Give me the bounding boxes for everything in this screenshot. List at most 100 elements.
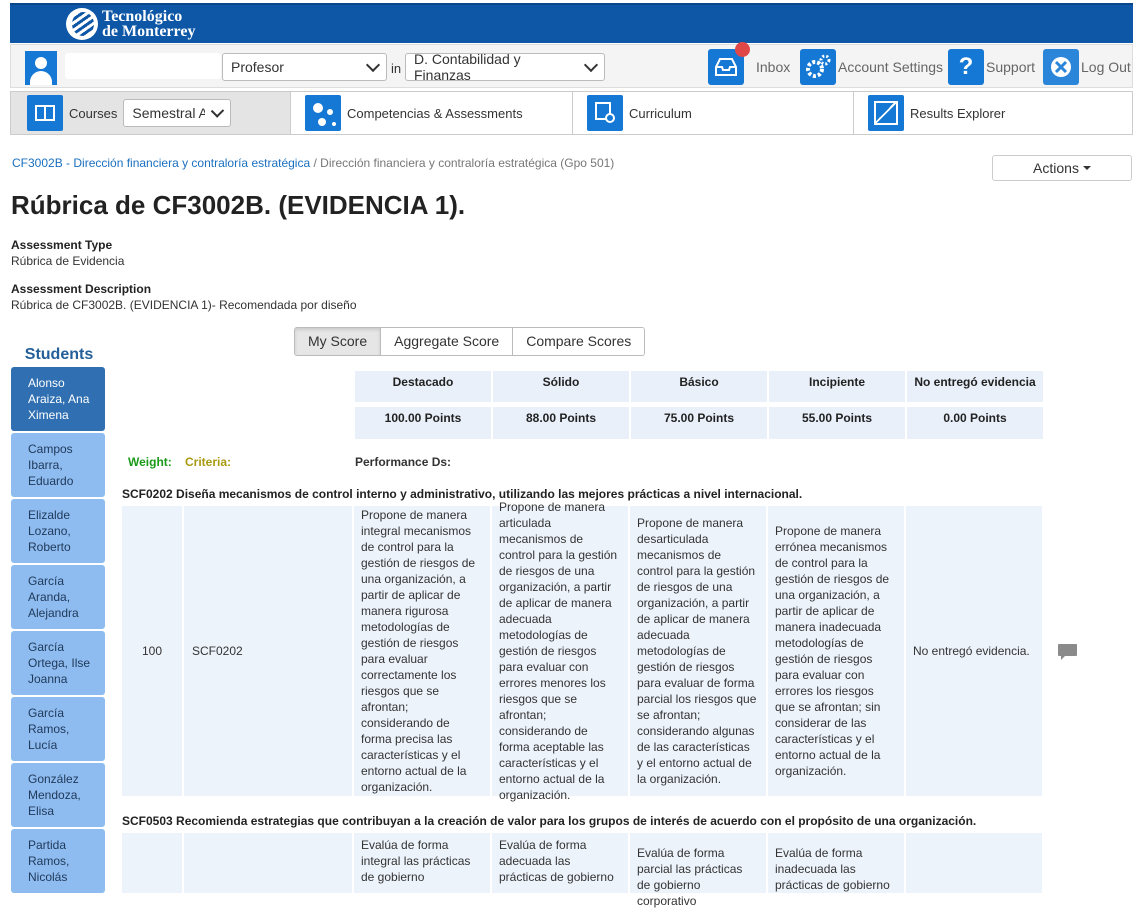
level-header: Incipiente: [769, 371, 905, 402]
logo-line-2: de Monterrey: [102, 23, 196, 40]
breadcrumb-current: Dirección financiera y contraloría estra…: [320, 156, 615, 170]
logout-label: Log Out: [1081, 59, 1131, 75]
role-value: Profesor: [231, 59, 284, 75]
caret-down-icon: [1082, 166, 1091, 170]
tec-logo-icon: [66, 8, 98, 40]
level-descriptor[interactable]: No entregó evidencia.: [906, 506, 1042, 796]
student-item[interactable]: Alonso Araiza, Ana Ximena: [11, 367, 105, 431]
assessment-desc-value: Rúbrica de CF3002B. (EVIDENCIA 1)- Recom…: [11, 298, 357, 312]
book-icon: [27, 95, 63, 131]
gear-icon: [800, 49, 836, 85]
points-row: 100.00 Points 88.00 Points 75.00 Points …: [355, 407, 1045, 439]
inbox-label: Inbox: [756, 59, 791, 75]
x-shape: [1051, 57, 1071, 77]
term-select-value: Semestral Ac: [132, 105, 206, 121]
breadcrumb-course-link[interactable]: CF3002B - Dirección financiera y contral…: [12, 156, 310, 170]
student-item[interactable]: González Mendoza, Elisa: [11, 763, 105, 827]
level-descriptor[interactable]: Propone de manera desarticulada mecanism…: [630, 506, 766, 796]
level-descriptor[interactable]: Evalúa de forma inadecuada las prácticas…: [768, 833, 904, 893]
level-descriptor[interactable]: Evalúa de forma adecuada las prácticas d…: [492, 833, 628, 893]
assessment-desc-label: Assessment Description: [11, 282, 152, 296]
level-descriptor[interactable]: Propone de manera articulada mecanismos …: [492, 500, 628, 802]
weight-column-label: Weight:: [128, 455, 172, 469]
curriculum-icon: [587, 95, 623, 131]
level-header-row: Destacado Sólido Básico Incipiente No en…: [355, 371, 1045, 402]
department-select[interactable]: D. Contabilidad y Finanzas: [405, 51, 605, 83]
student-item[interactable]: Elizalde Lozano, Roberto: [11, 499, 105, 563]
breadcrumb: CF3002B - Dirección financiera y contral…: [12, 156, 614, 170]
breadcrumb-separator: /: [310, 156, 321, 170]
nav-results-explorer[interactable]: Results Explorer: [854, 92, 1132, 134]
notification-badge: [735, 42, 750, 57]
avatar-icon[interactable]: [25, 51, 57, 85]
nav-courses[interactable]: Courses Semestral Ac: [11, 92, 291, 134]
chevron-down-icon: [211, 104, 225, 118]
student-item[interactable]: García Ortega, Ilse Joanna: [11, 631, 105, 695]
username-box: [65, 53, 221, 79]
level-points: 88.00 Points: [493, 407, 629, 439]
nav-competencias-label: Competencias & Assessments: [347, 105, 523, 121]
user-bar: Profesor in D. Contabilidad y Finanzas I…: [10, 42, 1133, 88]
assessment-type-label: Assessment Type: [11, 238, 113, 252]
student-item[interactable]: Campos Ibarra, Eduardo: [11, 433, 105, 497]
tec-logo[interactable]: Tecnológico de Monterrey: [66, 7, 195, 41]
level-header: Destacado: [355, 371, 491, 402]
role-select[interactable]: Profesor: [222, 53, 387, 81]
actions-label: Actions: [1033, 160, 1079, 176]
nav-results-label: Results Explorer: [910, 105, 1006, 121]
tab-aggregate-score[interactable]: Aggregate Score: [381, 328, 514, 355]
close-icon: [1043, 49, 1079, 85]
level-points: 55.00 Points: [769, 407, 905, 439]
level-descriptor[interactable]: [906, 833, 1042, 893]
logo-text: Tecnológico de Monterrey: [102, 8, 196, 40]
actions-dropdown-button[interactable]: Actions: [992, 155, 1132, 181]
level-descriptor[interactable]: Evalúa de forma parcial las prácticas de…: [630, 833, 766, 908]
level-descriptor[interactable]: Propone de manera errónea mecanismos de …: [768, 506, 904, 796]
nav-curriculum[interactable]: Curriculum: [573, 92, 854, 134]
level-descriptor[interactable]: Evalúa de forma integral las prácticas d…: [354, 833, 490, 893]
support-label: Support: [986, 59, 1036, 75]
criteria-column-label: Criteria:: [185, 455, 232, 469]
level-descriptor[interactable]: Propone de manera integral mecanismos de…: [354, 506, 490, 796]
tab-my-score[interactable]: My Score: [295, 328, 382, 355]
logout-button[interactable]: Log Out: [1043, 49, 1131, 85]
logo-line-1: Tecnológico: [102, 8, 183, 25]
criterion-code: [184, 833, 352, 893]
criterion-row: 100 SCF0202 Propone de manera integral m…: [122, 500, 1044, 802]
inbox-button[interactable]: Inbox: [708, 42, 791, 85]
in-label: in: [391, 61, 402, 76]
tab-compare-scores[interactable]: Compare Scores: [513, 328, 645, 355]
question-icon: ?: [948, 49, 984, 85]
assessment-type-value: Rúbrica de Evidencia: [11, 254, 125, 268]
criterion-weight: [122, 833, 182, 893]
chevron-down-icon: [365, 57, 381, 73]
chart-icon: [868, 95, 904, 131]
level-header: Sólido: [493, 371, 629, 402]
student-list: Alonso Araiza, Ana Ximena Campos Ibarra,…: [11, 367, 105, 895]
criterion-title: SCF0503 Recomienda estrategias que contr…: [122, 814, 977, 828]
student-item[interactable]: Partida Ramos, Nicolás: [11, 829, 105, 893]
competencies-icon: [305, 95, 341, 131]
level-points: 75.00 Points: [631, 407, 767, 439]
level-points: 100.00 Points: [355, 407, 491, 439]
chevron-down-icon: [584, 57, 599, 73]
level-header: Básico: [631, 371, 767, 402]
account-settings-label: Account Settings: [838, 59, 944, 75]
department-value: D. Contabilidad y Finanzas: [414, 51, 521, 83]
page-title: Rúbrica de CF3002B. (EVIDENCIA 1).: [11, 190, 466, 220]
comment-icon[interactable]: [1058, 644, 1077, 660]
student-item[interactable]: García Ramos, Lucía: [11, 697, 105, 761]
student-item[interactable]: García Aranda, Alejandra: [11, 565, 105, 629]
criterion-code: SCF0202: [184, 506, 352, 796]
performance-column-label: Performance Ds:: [355, 455, 452, 469]
nav-competencias[interactable]: Competencias & Assessments: [291, 92, 573, 134]
criterion-weight: 100: [122, 506, 182, 796]
main-nav: Courses Semestral Ac Competencias & Asse…: [10, 91, 1133, 135]
account-settings-button[interactable]: Account Settings: [800, 49, 943, 85]
level-points: 0.00 Points: [907, 407, 1043, 439]
nav-curriculum-label: Curriculum: [629, 105, 692, 121]
term-select[interactable]: Semestral Ac: [123, 99, 232, 127]
inbox-icon: [708, 42, 750, 85]
gears-shape: [806, 54, 831, 78]
support-button[interactable]: ? Support: [948, 49, 1035, 85]
